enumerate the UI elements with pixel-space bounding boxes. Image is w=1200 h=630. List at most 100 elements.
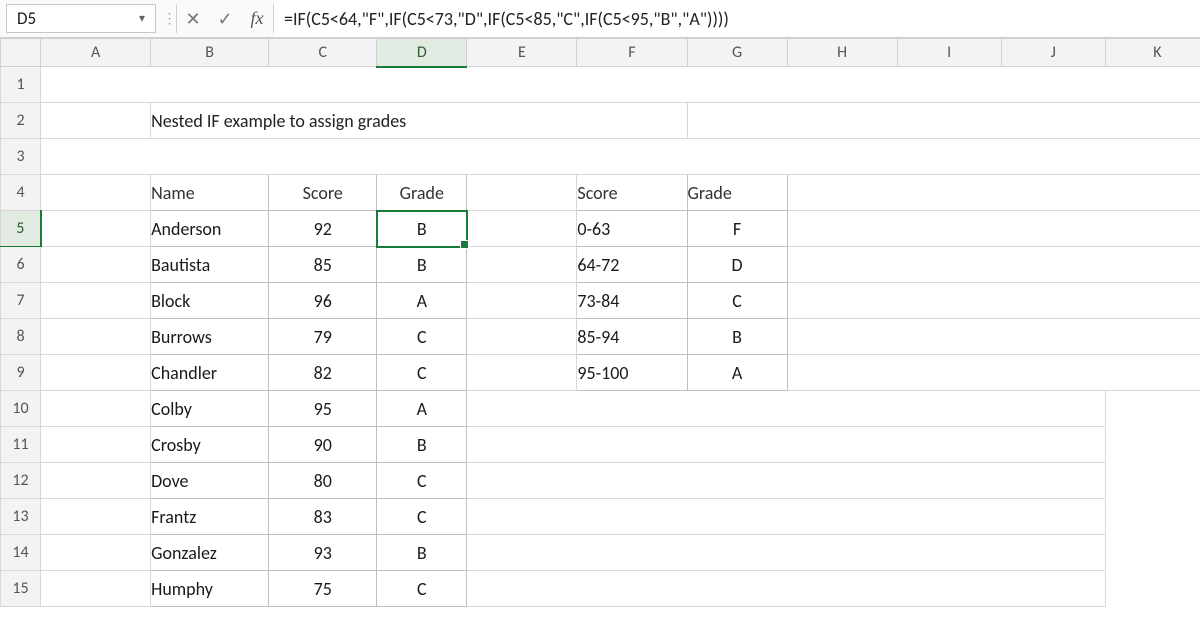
row-header[interactable]: 2 xyxy=(1,103,41,139)
enter-icon[interactable]: ✓ xyxy=(209,0,241,37)
cell[interactable] xyxy=(467,463,1105,499)
table-row[interactable]: A xyxy=(377,283,467,319)
cell[interactable] xyxy=(467,499,1105,535)
cell[interactable] xyxy=(41,103,151,139)
spreadsheet-grid[interactable]: A B C D E F G H I J K 1 2 Nested IF exam… xyxy=(0,38,1200,607)
col-header[interactable]: E xyxy=(467,39,577,67)
col-header[interactable]: H xyxy=(787,39,897,67)
cell[interactable] xyxy=(41,463,151,499)
row-header[interactable]: 8 xyxy=(1,319,41,355)
cell[interactable] xyxy=(41,427,151,463)
grades-header-grade[interactable]: Grade xyxy=(377,175,467,211)
table-row[interactable]: 64-72 xyxy=(577,247,687,283)
table-row[interactable]: B xyxy=(687,319,787,355)
table-row[interactable]: 82 xyxy=(269,355,377,391)
table-row[interactable]: Block xyxy=(151,283,269,319)
table-row[interactable]: D xyxy=(687,247,787,283)
row-header[interactable]: 10 xyxy=(1,391,41,427)
table-row[interactable]: Dove xyxy=(151,463,269,499)
cell[interactable] xyxy=(787,175,1200,211)
cell[interactable] xyxy=(467,175,577,211)
table-row[interactable]: F xyxy=(687,211,787,247)
table-row[interactable]: 75 xyxy=(269,571,377,607)
grades-header-name[interactable]: Name xyxy=(151,175,269,211)
table-row[interactable]: 80 xyxy=(269,463,377,499)
cancel-icon[interactable]: ✕ xyxy=(177,0,209,37)
table-row[interactable]: 96 xyxy=(269,283,377,319)
table-row[interactable]: C xyxy=(377,571,467,607)
cell[interactable] xyxy=(467,355,577,391)
cell[interactable] xyxy=(467,427,1105,463)
col-header[interactable]: J xyxy=(1001,39,1105,67)
table-row[interactable]: Chandler xyxy=(151,355,269,391)
table-row[interactable]: 83 xyxy=(269,499,377,535)
cell[interactable] xyxy=(467,391,1105,427)
cell[interactable] xyxy=(41,139,1200,175)
col-header[interactable]: F xyxy=(577,39,687,67)
cell[interactable] xyxy=(787,283,1200,319)
cell[interactable] xyxy=(41,535,151,571)
cell[interactable] xyxy=(787,319,1200,355)
row-header[interactable]: 9 xyxy=(1,355,41,391)
table-row[interactable]: Anderson xyxy=(151,211,269,247)
row-header[interactable]: 15 xyxy=(1,571,41,607)
row-header[interactable]: 5 xyxy=(1,211,41,247)
table-row[interactable]: 79 xyxy=(269,319,377,355)
row-header[interactable]: 13 xyxy=(1,499,41,535)
table-row[interactable]: Crosby xyxy=(151,427,269,463)
cell[interactable] xyxy=(41,499,151,535)
table-row[interactable]: 73-84 xyxy=(577,283,687,319)
table-row[interactable]: 0-63 xyxy=(577,211,687,247)
cell[interactable] xyxy=(41,571,151,607)
col-header[interactable]: I xyxy=(897,39,1001,67)
fx-icon[interactable]: fx xyxy=(241,0,273,37)
table-row[interactable]: A xyxy=(687,355,787,391)
col-header[interactable]: C xyxy=(269,39,377,67)
cell[interactable] xyxy=(467,319,577,355)
selected-cell[interactable]: B xyxy=(377,211,467,247)
table-row[interactable]: 85-94 xyxy=(577,319,687,355)
cell[interactable] xyxy=(467,247,577,283)
table-row[interactable]: 92 xyxy=(269,211,377,247)
table-row[interactable]: 95 xyxy=(269,391,377,427)
col-header[interactable]: D xyxy=(377,39,467,67)
cell[interactable] xyxy=(41,391,151,427)
cell[interactable] xyxy=(41,247,151,283)
grades-header-score[interactable]: Score xyxy=(269,175,377,211)
table-row[interactable]: Bautista xyxy=(151,247,269,283)
row-header[interactable]: 3 xyxy=(1,139,41,175)
cell[interactable] xyxy=(787,355,1200,391)
chevron-down-icon[interactable]: ▾ xyxy=(139,11,145,26)
key-header-score[interactable]: Score xyxy=(577,175,687,211)
table-row[interactable]: Burrows xyxy=(151,319,269,355)
table-row[interactable]: C xyxy=(377,355,467,391)
table-row[interactable]: Gonzalez xyxy=(151,535,269,571)
select-all-corner[interactable] xyxy=(1,39,41,67)
row-header[interactable]: 1 xyxy=(1,67,41,103)
table-row[interactable]: C xyxy=(377,463,467,499)
row-header[interactable]: 14 xyxy=(1,535,41,571)
resize-handle-icon[interactable]: ⋮ xyxy=(162,0,176,37)
table-row[interactable]: C xyxy=(377,319,467,355)
col-header[interactable]: G xyxy=(687,39,787,67)
table-row[interactable]: 85 xyxy=(269,247,377,283)
name-box[interactable]: D5 ▾ xyxy=(6,4,156,33)
cell[interactable] xyxy=(787,211,1200,247)
col-header[interactable]: B xyxy=(151,39,269,67)
row-header[interactable]: 11 xyxy=(1,427,41,463)
row-header[interactable]: 6 xyxy=(1,247,41,283)
table-row[interactable]: A xyxy=(377,391,467,427)
table-row[interactable]: 95-100 xyxy=(577,355,687,391)
cell[interactable] xyxy=(41,175,151,211)
cell[interactable] xyxy=(41,319,151,355)
table-row[interactable]: 93 xyxy=(269,535,377,571)
table-row[interactable]: C xyxy=(687,283,787,319)
col-header[interactable]: K xyxy=(1105,39,1200,67)
cell[interactable] xyxy=(41,211,151,247)
cell[interactable] xyxy=(467,283,577,319)
cell[interactable] xyxy=(41,283,151,319)
row-header[interactable]: 12 xyxy=(1,463,41,499)
col-header[interactable]: A xyxy=(41,39,151,67)
table-row[interactable]: Colby xyxy=(151,391,269,427)
table-row[interactable]: Frantz xyxy=(151,499,269,535)
